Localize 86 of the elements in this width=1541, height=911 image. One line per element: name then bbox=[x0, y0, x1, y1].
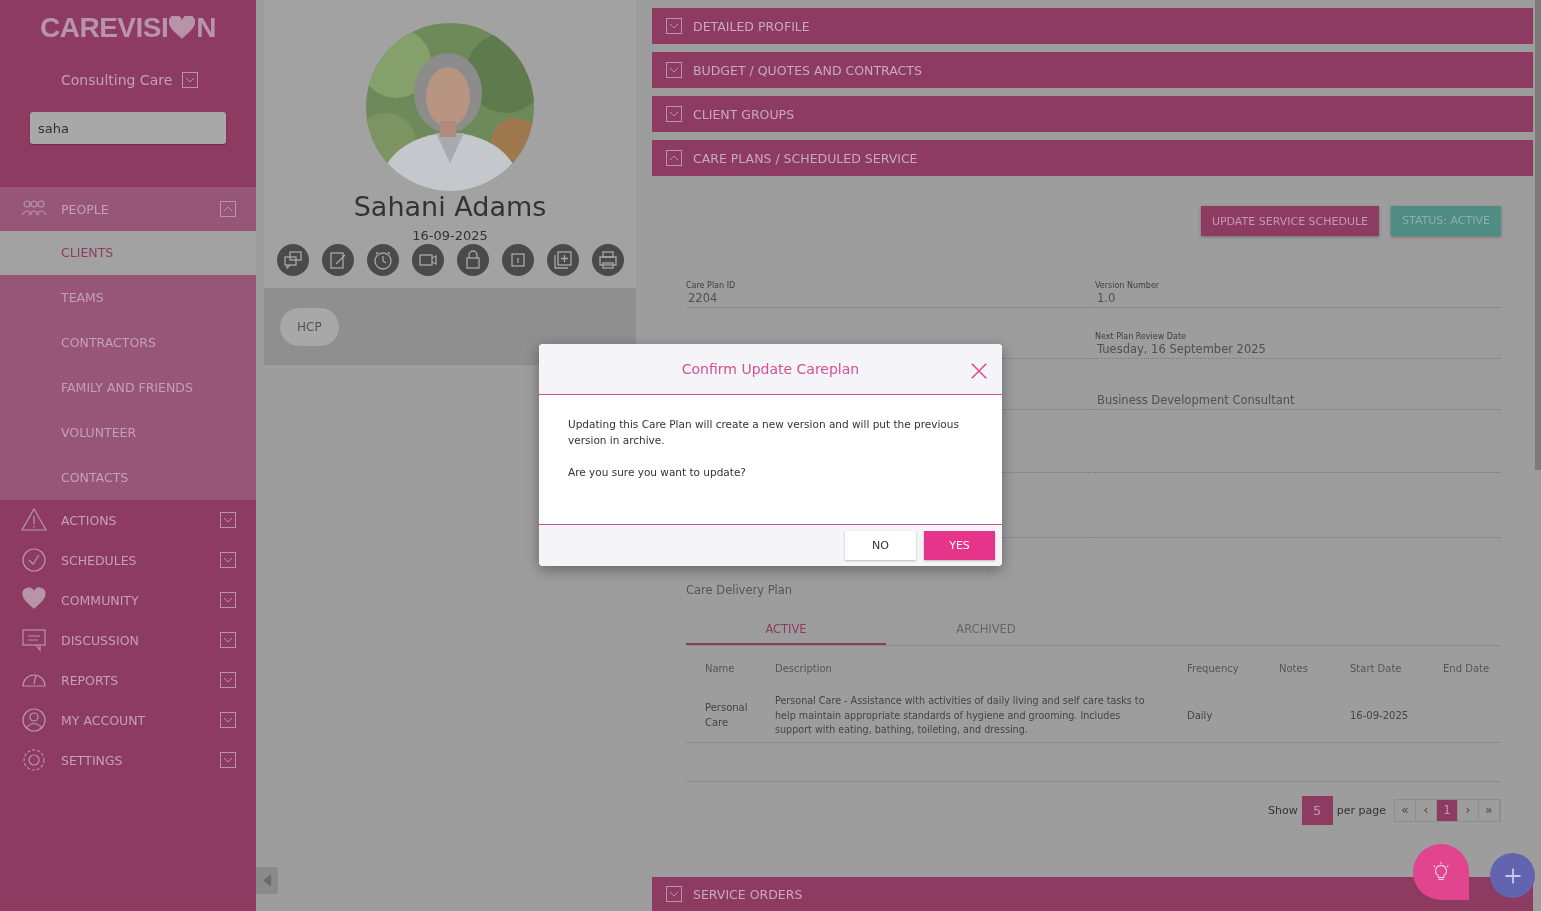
dialog-question: Are you sure you want to update? bbox=[568, 465, 747, 480]
field-label: Version Number bbox=[1095, 281, 1161, 291]
nav-item[interactable]: ACTIONS bbox=[0, 500, 256, 540]
field-label: Next Plan Review Date bbox=[1095, 332, 1187, 342]
field-value: Business Development Consultant bbox=[1096, 393, 1296, 407]
close-icon bbox=[970, 362, 988, 380]
video-camera-icon[interactable] bbox=[411, 244, 444, 276]
nav-item[interactable]: COMMUNITY bbox=[0, 580, 256, 620]
settings-icon bbox=[20, 746, 48, 774]
chevron-down-icon[interactable] bbox=[220, 632, 236, 648]
column-header: Start Date bbox=[1350, 662, 1403, 674]
nav-subitem[interactable]: CONTACTS bbox=[0, 455, 256, 500]
nav-subitem[interactable]: VOLUNTEER bbox=[0, 410, 256, 455]
section-header[interactable]: SERVICE ORDERS bbox=[652, 877, 1533, 911]
page-button[interactable]: » bbox=[1479, 799, 1500, 821]
table-cell: Personal Care - Assistance with activities of daily living and self care tasks to help maintain appropriate standards of hygiene and grooming. Includes support with eating, bathing, toileting, and dressing. bbox=[775, 695, 1145, 735]
heart-icon bbox=[169, 16, 196, 40]
section-title: Care Delivery Plan bbox=[686, 583, 794, 597]
field-label: Care Plan ID bbox=[686, 281, 737, 291]
section-header[interactable]: BUDGET / QUOTES AND CONTRACTS bbox=[652, 52, 1533, 88]
close-button[interactable] bbox=[970, 362, 988, 380]
search-field[interactable]: saha bbox=[30, 112, 226, 144]
alarm-clock-icon[interactable] bbox=[366, 244, 399, 276]
page-button[interactable]: « bbox=[1395, 799, 1416, 821]
chat-icon bbox=[20, 626, 48, 654]
page-size-select[interactable]: 5 bbox=[1301, 795, 1333, 825]
page-button[interactable]: › bbox=[1458, 799, 1479, 821]
chevron-up-icon[interactable] bbox=[220, 201, 236, 217]
tag-chip[interactable]: HCP bbox=[280, 308, 339, 346]
lock-icon[interactable] bbox=[456, 244, 489, 276]
update-schedule-button[interactable]: UPDATE SERVICE SCHEDULE bbox=[1200, 206, 1380, 236]
nav-subitem[interactable]: CLIENTS bbox=[0, 231, 256, 275]
client-date: 16-09-2025 bbox=[412, 228, 488, 243]
section-header[interactable]: CLIENT GROUPS bbox=[652, 96, 1533, 132]
dialog-title: Confirm Update Careplan bbox=[681, 361, 860, 377]
nav-item[interactable]: MY ACCOUNT bbox=[0, 700, 256, 740]
field-value: Tuesday, 16 September 2025 bbox=[1096, 342, 1267, 356]
add-button[interactable] bbox=[1490, 853, 1535, 898]
nav-item[interactable]: PEOPLE bbox=[0, 187, 256, 231]
dialog-message: Updating this Care Plan will create a new version and will put the previous version in archive. bbox=[568, 417, 960, 448]
info-icon[interactable] bbox=[501, 244, 534, 276]
section-header[interactable]: CARE PLANS / SCHEDULED SERVICE bbox=[652, 140, 1533, 176]
chevron-down-icon[interactable] bbox=[220, 672, 236, 688]
nav-subitem[interactable]: TEAMS bbox=[0, 275, 256, 320]
organisation-name: Consulting Care bbox=[61, 72, 173, 88]
tab[interactable]: ACTIVE bbox=[686, 615, 886, 645]
nav-item[interactable]: DISCUSSION bbox=[0, 620, 256, 660]
chevron-down-icon[interactable] bbox=[220, 552, 236, 568]
per-page-label: per page bbox=[1336, 803, 1386, 817]
page-button[interactable]: 1 bbox=[1437, 799, 1458, 821]
client-name: Sahani Adams bbox=[353, 191, 547, 223]
nav-subitem[interactable]: FAMILY AND FRIENDS bbox=[0, 365, 256, 410]
section-header[interactable]: DETAILED PROFILE bbox=[652, 8, 1533, 44]
chevron-down-icon[interactable] bbox=[182, 72, 199, 88]
column-header: End Date bbox=[1443, 662, 1491, 674]
table-cell: Personal Care bbox=[705, 702, 748, 728]
nav-subitem[interactable]: CONTRACTORS bbox=[0, 320, 256, 365]
add-icon[interactable] bbox=[546, 244, 579, 276]
column-header: Name bbox=[705, 662, 736, 674]
show-label: Show bbox=[1268, 803, 1298, 817]
column-header: Frequency bbox=[1187, 662, 1240, 674]
table-cell: 16-09-2025 bbox=[1350, 709, 1409, 721]
print-icon[interactable] bbox=[591, 244, 624, 276]
column-header: Description bbox=[775, 662, 833, 674]
collapse-button[interactable] bbox=[256, 867, 278, 894]
scrollbar-thumb[interactable] bbox=[1535, 0, 1541, 470]
field-value: 1.0 bbox=[1096, 291, 1117, 305]
chevron-down-icon[interactable] bbox=[220, 712, 236, 728]
chat-icon[interactable] bbox=[276, 244, 309, 276]
nav-item[interactable]: SETTINGS bbox=[0, 740, 256, 780]
edit-icon[interactable] bbox=[321, 244, 354, 276]
chevron-down-icon[interactable] bbox=[220, 512, 236, 528]
confirm-button[interactable]: YES bbox=[924, 531, 995, 560]
nav-item[interactable]: SCHEDULES bbox=[0, 540, 256, 580]
warning-icon bbox=[20, 506, 48, 534]
chevron-down-icon[interactable] bbox=[220, 592, 236, 608]
user-icon bbox=[20, 706, 48, 734]
table-cell: Daily bbox=[1187, 709, 1213, 721]
field-value: 2204 bbox=[687, 291, 719, 305]
nav-item[interactable]: REPORTS bbox=[0, 660, 256, 700]
logo: CAREVISI N bbox=[39, 11, 217, 44]
tips-button[interactable] bbox=[1413, 844, 1469, 900]
cancel-button[interactable]: NO bbox=[845, 531, 916, 560]
chevron-down-icon[interactable] bbox=[220, 752, 236, 768]
column-header: Notes bbox=[1279, 662, 1309, 674]
triangle-left-icon bbox=[262, 874, 272, 887]
